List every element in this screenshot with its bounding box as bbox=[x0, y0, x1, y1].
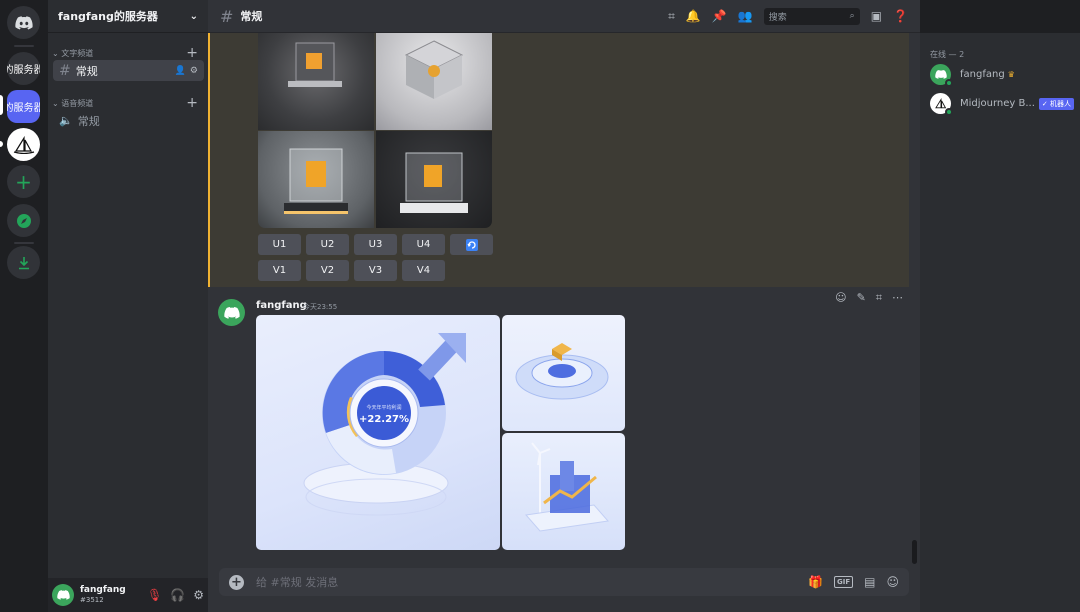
member-list: 在线 — 2 fangfang ♛ Midjourney B... ✓ 机器人 bbox=[920, 33, 1080, 612]
member-avatar bbox=[930, 64, 953, 87]
explore-compass-icon[interactable] bbox=[7, 204, 40, 237]
discord-app: 的服务器 的服务器 + fangfang的服务器 ⌄ ⌄ 文字频道 + # 常规… bbox=[0, 0, 1080, 612]
create-thread-icon[interactable]: ⌗ bbox=[876, 291, 882, 305]
server-name: fangfang的服务器 bbox=[58, 10, 158, 23]
channel-topbar: # 常规 ⌗ 🔔 📌 👥 搜索 ⌕ ▣ ❓ bbox=[208, 0, 920, 33]
bot-badge: ✓ 机器人 bbox=[1038, 97, 1075, 110]
bell-icon[interactable]: 🔔 bbox=[686, 9, 701, 23]
grid-image-4 bbox=[376, 131, 492, 228]
member-item[interactable]: Midjourney B... ✓ 机器人 bbox=[930, 93, 1075, 116]
attachment-image-main[interactable]: 今天年平均利润 +22.27% bbox=[256, 315, 500, 550]
user-message: fangfang 今天23:55 ☺ ✎ ⌗ ⋯ 今天年平均利润 +22.27% bbox=[208, 287, 909, 552]
member-item[interactable]: fangfang ♛ bbox=[930, 64, 1075, 87]
add-reaction-icon[interactable]: ☺ bbox=[835, 291, 846, 305]
user-avatar[interactable] bbox=[52, 584, 74, 606]
channel-sidebar: fangfang的服务器 ⌄ ⌄ 文字频道 + # 常规 👤 ⚙ ⌄ 语音频道 … bbox=[48, 0, 208, 612]
user-name: fangfang bbox=[80, 585, 126, 595]
server-icon-1[interactable]: 的服务器 bbox=[7, 52, 40, 85]
category-voice-channels[interactable]: ⌄ 语音频道 + bbox=[48, 95, 208, 111]
member-avatar bbox=[930, 93, 953, 116]
reroll-button[interactable] bbox=[450, 234, 493, 255]
rail-divider bbox=[14, 242, 34, 244]
help-icon[interactable]: ❓ bbox=[893, 9, 908, 23]
image-caption-small: 今天年平均利润 bbox=[366, 404, 401, 411]
refresh-icon bbox=[465, 238, 478, 251]
crown-icon: ♛ bbox=[1007, 70, 1015, 79]
channel-item-voice-general[interactable]: 🔈 常规 bbox=[53, 110, 204, 131]
message-author[interactable]: fangfang bbox=[256, 300, 307, 311]
user-panel: fangfang #3512 🎙 🎧 ⚙ bbox=[48, 578, 208, 612]
add-channel-icon[interactable]: + bbox=[186, 95, 198, 111]
u4-button[interactable]: U4 bbox=[402, 234, 445, 255]
chevron-down-icon: ⌄ bbox=[189, 10, 198, 22]
edit-icon[interactable]: ✎ bbox=[857, 291, 866, 305]
channel-item-text-general[interactable]: # 常规 👤 ⚙ bbox=[53, 60, 204, 81]
hash-icon: # bbox=[59, 62, 71, 79]
u2-button[interactable]: U2 bbox=[306, 234, 349, 255]
settings-gear-icon[interactable]: ⚙ bbox=[193, 588, 204, 602]
attachment-image-3[interactable] bbox=[502, 433, 625, 550]
user-tag: #3512 bbox=[80, 596, 104, 604]
gif-button[interactable]: GIF bbox=[834, 576, 854, 588]
member-list-heading: 在线 — 2 bbox=[930, 50, 965, 59]
message-input[interactable]: 给 #常规 发消息 bbox=[256, 574, 338, 590]
chat-main: # 常规 ⌗ 🔔 📌 👥 搜索 ⌕ ▣ ❓ U1 U2 U3 U4 V1 V2 … bbox=[208, 0, 920, 612]
grid-image-1 bbox=[258, 33, 374, 130]
emoji-icon[interactable]: ☺ bbox=[886, 575, 899, 589]
discord-home-icon[interactable] bbox=[7, 6, 40, 39]
chat-scrollbar[interactable] bbox=[912, 540, 917, 564]
midjourney-server-icon[interactable] bbox=[7, 128, 40, 161]
invite-member-icon[interactable]: 👤 bbox=[175, 66, 186, 76]
download-apps-icon[interactable] bbox=[7, 246, 40, 279]
online-status-icon bbox=[945, 108, 953, 116]
inbox-icon[interactable]: ▣ bbox=[871, 9, 882, 23]
add-channel-icon[interactable]: + bbox=[186, 45, 198, 61]
chevron-icon: ⌄ bbox=[52, 98, 62, 108]
message-timestamp: 今天23:55 bbox=[303, 303, 338, 311]
server-header[interactable]: fangfang的服务器 ⌄ bbox=[48, 0, 208, 33]
member-list-icon[interactable]: 👥 bbox=[738, 9, 753, 23]
category-text-channels[interactable]: ⌄ 文字频道 + bbox=[48, 45, 208, 61]
rail-divider bbox=[14, 45, 34, 47]
v2-button[interactable]: V2 bbox=[306, 260, 349, 281]
add-server-icon[interactable]: + bbox=[7, 165, 40, 198]
channel-title: 常规 bbox=[240, 10, 263, 23]
search-input[interactable]: 搜索 ⌕ bbox=[763, 7, 860, 25]
mic-muted-icon[interactable]: 🎙 bbox=[147, 588, 162, 602]
v4-button[interactable]: V4 bbox=[402, 260, 445, 281]
add-attachment-icon[interactable]: + bbox=[229, 574, 244, 590]
search-icon: ⌕ bbox=[849, 11, 855, 21]
image-caption-big: +22.27% bbox=[359, 414, 409, 425]
threads-icon[interactable]: ⌗ bbox=[668, 9, 675, 24]
gift-icon[interactable]: 🎁 bbox=[808, 575, 823, 589]
more-icon[interactable]: ⋯ bbox=[892, 291, 903, 305]
server-icon-2[interactable]: 的服务器 bbox=[7, 90, 40, 123]
u3-button[interactable]: U3 bbox=[354, 234, 397, 255]
attachment-image-2[interactable] bbox=[502, 315, 625, 431]
sticker-icon[interactable]: ▤ bbox=[864, 575, 875, 589]
midjourney-message: U1 U2 U3 U4 V1 V2 V3 V4 bbox=[208, 33, 909, 287]
message-composer[interactable]: + 给 #常规 发消息 🎁 GIF ▤ ☺ bbox=[219, 568, 909, 596]
message-avatar[interactable] bbox=[218, 299, 245, 326]
message-hover-toolbar: ☺ ✎ ⌗ ⋯ bbox=[835, 291, 903, 305]
unread-pill bbox=[0, 141, 3, 147]
speaker-icon: 🔈 bbox=[59, 114, 73, 127]
chevron-icon: ⌄ bbox=[52, 48, 62, 58]
active-server-pill bbox=[0, 95, 3, 115]
headphones-icon[interactable]: 🎧 bbox=[170, 588, 185, 602]
v3-button[interactable]: V3 bbox=[354, 260, 397, 281]
v1-button[interactable]: V1 bbox=[258, 260, 301, 281]
hash-icon: # bbox=[220, 6, 234, 26]
gear-icon[interactable]: ⚙ bbox=[190, 66, 198, 76]
u1-button[interactable]: U1 bbox=[258, 234, 301, 255]
server-rail: 的服务器 的服务器 + bbox=[0, 0, 48, 612]
online-status-icon bbox=[945, 79, 953, 87]
grid-image-2 bbox=[376, 33, 492, 130]
image-grid[interactable] bbox=[258, 33, 492, 228]
grid-image-3 bbox=[258, 131, 374, 228]
pin-icon[interactable]: 📌 bbox=[712, 9, 727, 23]
